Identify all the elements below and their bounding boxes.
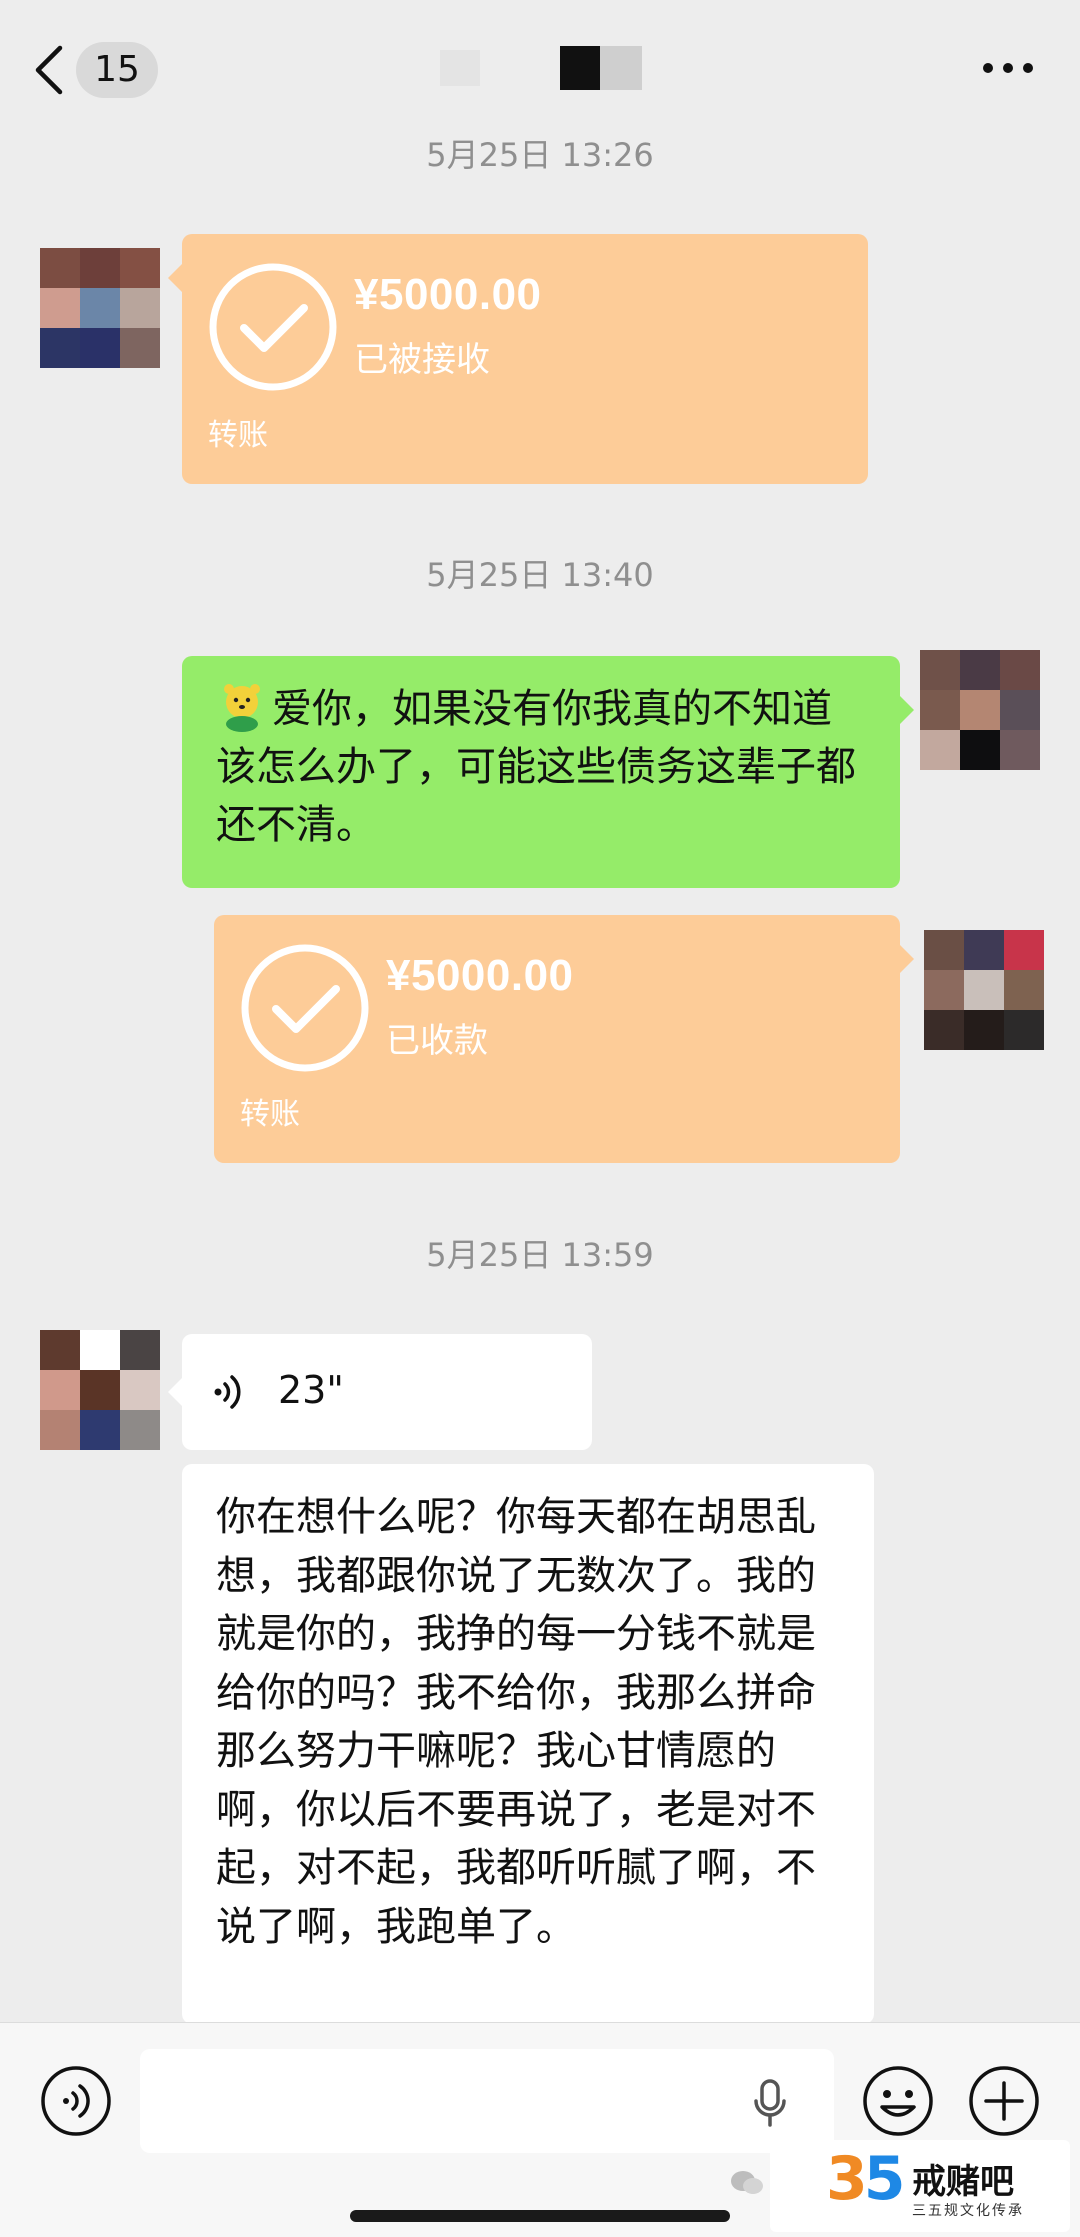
more-horizontal-icon[interactable] (980, 58, 1036, 78)
chat-header: 15 (0, 0, 1080, 140)
watermark-name: 戒赌吧 (912, 2162, 1014, 2202)
transfer-card[interactable]: ¥5000.00 已收款 转账 (214, 915, 914, 1163)
timestamp: 5月25日 13:59 (426, 1236, 654, 1274)
chevron-left-icon (35, 45, 63, 95)
received-text-message[interactable]: 你在想什么呢？你每天都在胡思乱想，我都跟你说了无数次了。我的就是你的，我挣的每一… (182, 1464, 874, 2024)
timestamp: 5月25日 13:40 (426, 556, 654, 594)
wechat-watermark-icon (731, 2171, 763, 2194)
voice-toggle-icon[interactable] (40, 2065, 112, 2137)
my-avatar[interactable] (920, 650, 1040, 770)
chat-title-redacted (440, 46, 650, 90)
emoji-icon[interactable] (862, 2065, 934, 2137)
contact-avatar[interactable] (40, 248, 160, 368)
home-indicator (350, 2210, 730, 2222)
timestamp: 5月25日 13:26 (426, 136, 654, 174)
check-circle-icon (241, 944, 369, 1072)
watermark-subtitle: 三五规文化传承 (912, 2203, 1024, 2219)
microphone-icon[interactable] (752, 2079, 788, 2129)
transfer-status: 已被接收 (354, 340, 490, 380)
plus-icon[interactable] (968, 2065, 1040, 2137)
transfer-label: 转账 (240, 1097, 300, 1132)
transfer-amount: ¥5000.00 (354, 270, 542, 319)
unread-count-badge: 15 (76, 42, 158, 98)
my-avatar[interactable] (924, 930, 1044, 1050)
voice-duration: 23" (278, 1368, 344, 1412)
sent-text-message[interactable]: 爱你，如果没有你我真的不知道该怎么办了，可能这些债务这辈子都还不清。 (182, 656, 914, 888)
watermark-logo: 35 (826, 2144, 905, 2214)
watermark: 35 戒赌吧 三五规文化传承 (770, 2140, 1070, 2232)
transfer-label: 转账 (208, 418, 268, 453)
bear-emoji-icon (224, 684, 260, 732)
transfer-amount: ¥5000.00 (386, 951, 574, 1000)
contact-avatar[interactable] (40, 1330, 160, 1450)
message-text: 你在想什么呢？你每天都在胡思乱想，我都跟你说了无数次了。我的就是你的，我挣的每一… (216, 1494, 816, 1950)
transfer-status: 已收款 (386, 1021, 488, 1061)
transfer-card[interactable]: ¥5000.00 已被接收 转账 (168, 234, 868, 484)
check-circle-icon (209, 263, 337, 391)
message-text: 爱你，如果没有你我真的不知道该怎么办了，可能这些债务这辈子都还不清。 (216, 686, 856, 848)
voice-message[interactable]: 23" (168, 1334, 592, 1450)
back-button[interactable]: 15 (30, 40, 158, 100)
message-input[interactable] (140, 2049, 834, 2153)
voice-wave-icon (214, 1375, 241, 1409)
